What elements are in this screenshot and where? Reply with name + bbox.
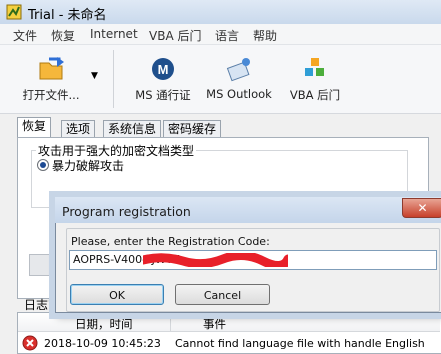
- registration-prompt: Please, enter the Registration Code:: [71, 235, 270, 248]
- brute-force-label: 暴力破解攻击: [52, 159, 125, 173]
- open-file-label: 打开文件...: [22, 88, 80, 102]
- redaction-mark: [138, 251, 293, 270]
- tab-system-info[interactable]: 系统信息: [103, 120, 162, 138]
- toolbar-separator: [113, 50, 114, 108]
- close-icon[interactable]: ✕: [402, 198, 441, 218]
- dialog-title: Program registration: [62, 204, 191, 219]
- app-icon: [6, 4, 22, 20]
- log-row-event: Cannot find language file with handle En…: [175, 337, 425, 350]
- vba-backdoor-button[interactable]: VBA 后门: [285, 56, 345, 103]
- tab-recover[interactable]: 恢复: [17, 117, 52, 139]
- ok-button[interactable]: OK: [70, 284, 164, 305]
- tab-password-cache[interactable]: 密码缓存: [163, 120, 222, 138]
- menu-vba-backdoor[interactable]: VBA 后门: [149, 27, 201, 44]
- cubes-icon: [285, 56, 345, 84]
- menu-language[interactable]: 语言: [215, 27, 239, 44]
- log-col-event[interactable]: 事件: [203, 316, 226, 332]
- hidden-start-button[interactable]: [29, 254, 57, 276]
- cancel-button[interactable]: Cancel: [175, 284, 270, 305]
- vba-backdoor-label: VBA 后门: [289, 88, 341, 102]
- window-title: Trial - 未命名: [28, 8, 107, 23]
- error-icon: [22, 335, 38, 351]
- ms-outlook-label: MS Outlook: [206, 87, 272, 101]
- log-col-datetime[interactable]: 日期，时间: [75, 316, 133, 332]
- open-file-button[interactable]: 打开文件...: [16, 56, 86, 103]
- svg-text:M: M: [158, 62, 169, 77]
- passport-icon: M: [131, 56, 195, 84]
- tab-options[interactable]: 选项: [61, 120, 96, 138]
- log-row-datetime: 2018-10-09 10:45:23: [44, 337, 161, 350]
- ms-passport-button[interactable]: M MS 通行证: [131, 56, 195, 103]
- ms-passport-label: MS 通行证: [135, 88, 191, 102]
- menu-file[interactable]: 文件: [13, 27, 37, 44]
- menu-recover[interactable]: 恢复: [51, 27, 75, 44]
- menu-internet[interactable]: Internet: [90, 27, 138, 41]
- chevron-down-icon[interactable]: ▼: [91, 71, 98, 81]
- outlook-icon: [206, 56, 272, 84]
- log-col-divider: [170, 313, 171, 331]
- menu-help[interactable]: 帮助: [253, 27, 277, 44]
- brute-force-radio[interactable]: [37, 159, 49, 171]
- ms-outlook-button[interactable]: MS Outlook: [206, 56, 272, 101]
- open-folder-icon: [16, 56, 86, 84]
